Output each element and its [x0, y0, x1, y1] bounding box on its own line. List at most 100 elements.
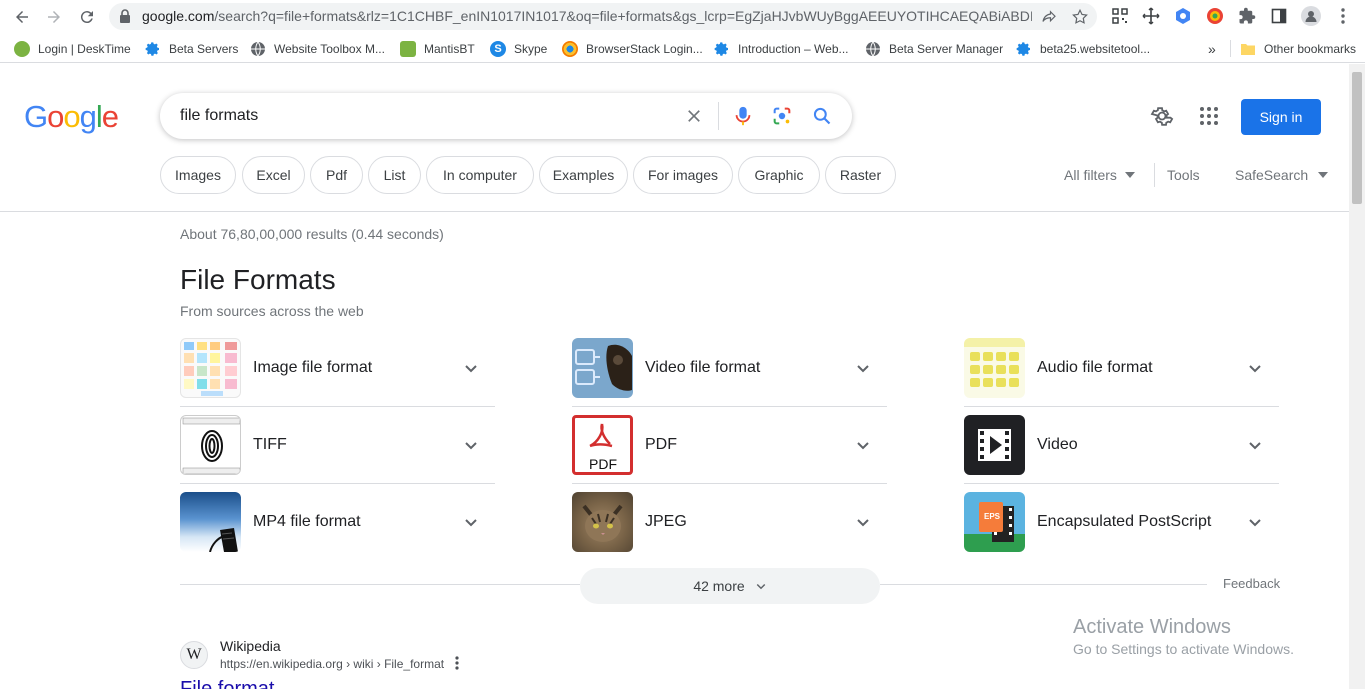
gear-icon [1016, 41, 1032, 57]
chevron-down-icon[interactable] [855, 437, 871, 453]
chevron-down-icon[interactable] [1247, 360, 1263, 376]
file-format-item[interactable]: Audio file format [964, 338, 1279, 407]
bookmarks-overflow-button[interactable]: » [1208, 40, 1216, 57]
color-extension-icon[interactable] [1205, 6, 1225, 26]
bookmark-beta-servers[interactable]: Beta Servers [145, 40, 238, 57]
file-format-label: JPEG [645, 513, 687, 530]
file-format-item[interactable]: PDF PDF [572, 415, 887, 484]
microphone-icon [735, 106, 751, 126]
bookmark-beta25[interactable]: beta25.websitetool... [1016, 40, 1150, 57]
browser-toolbar: google.com/search?q=file+formats&rlz=1C1… [0, 0, 1365, 33]
more-options-icon[interactable] [455, 656, 459, 670]
profile-avatar-icon[interactable] [1301, 6, 1321, 26]
file-format-label: TIFF [253, 436, 287, 453]
qr-extension-icon[interactable] [1110, 6, 1130, 26]
tools-button[interactable]: Tools [1167, 167, 1200, 183]
lens-search-button[interactable] [770, 104, 794, 128]
chevron-down-icon[interactable] [1247, 514, 1263, 530]
result-site-name[interactable]: Wikipedia [220, 638, 281, 654]
bookmark-introduction-web[interactable]: Introduction – Web... [714, 40, 849, 57]
reload-button[interactable] [74, 4, 100, 30]
share-icon[interactable] [1040, 8, 1058, 26]
browserstack-icon [562, 40, 578, 57]
wikipedia-icon[interactable]: W [180, 641, 208, 669]
file-format-label: Image file format [253, 359, 373, 376]
folder-icon [1240, 41, 1256, 57]
page-scrollbar[interactable] [1349, 64, 1365, 689]
chevron-down-icon[interactable] [1247, 437, 1263, 453]
bookmark-skype[interactable]: S Skype [490, 40, 547, 57]
result-url[interactable]: https://en.wikipedia.org › wiki › File_f… [220, 657, 444, 671]
bookmark-desktime[interactable]: Login | DeskTime [14, 40, 131, 57]
chevron-down-icon[interactable] [855, 360, 871, 376]
settings-gear-icon[interactable] [1150, 104, 1174, 128]
bookmarks-divider [1230, 40, 1231, 57]
section-title: File Formats [180, 264, 336, 295]
bookmark-other-bookmarks[interactable]: Other bookmarks [1240, 40, 1356, 57]
file-format-item[interactable]: Image file format [180, 338, 495, 407]
file-format-label: Video [1037, 436, 1078, 453]
chevron-down-icon[interactable] [463, 360, 479, 376]
file-format-item[interactable]: JPEG [572, 492, 887, 554]
star-icon[interactable] [1071, 8, 1089, 26]
search-submit-button[interactable] [810, 104, 834, 128]
shield-extension-icon[interactable] [1173, 6, 1193, 26]
scrollbar-thumb[interactable] [1352, 72, 1362, 204]
bookmarks-bar: Login | DeskTime Beta Servers Website To… [0, 33, 1365, 63]
chip-examples[interactable]: Examples [539, 156, 628, 194]
item-divider [180, 483, 495, 484]
back-button[interactable] [9, 4, 35, 30]
bookmark-mantisbt[interactable]: MantisBT [400, 40, 475, 57]
file-format-item[interactable]: Video [964, 415, 1279, 484]
caret-down-icon [1318, 172, 1329, 178]
bookmark-beta-server-manager[interactable]: Beta Server Manager [865, 40, 1003, 57]
address-bar[interactable]: google.com/search?q=file+formats&rlz=1C1… [109, 3, 1097, 30]
file-format-item[interactable]: MP4 file format [180, 492, 495, 554]
side-panel-icon[interactable] [1269, 6, 1289, 26]
bookmark-browserstack[interactable]: BrowserStack Login... [562, 40, 703, 57]
show-more-button[interactable]: 42 more [580, 568, 880, 604]
lock-icon [120, 9, 130, 23]
chip-graphic[interactable]: Graphic [738, 156, 820, 194]
chip-in-computer[interactable]: In computer [426, 156, 534, 194]
chip-list[interactable]: List [368, 156, 421, 194]
header-divider [0, 211, 1349, 212]
sign-in-button[interactable]: Sign in [1241, 99, 1321, 135]
activate-windows-watermark: Activate Windows Go to Settings to activ… [1073, 616, 1294, 657]
bookmark-website-toolbox[interactable]: Website Toolbox M... [250, 40, 385, 57]
search-input[interactable] [180, 104, 660, 128]
file-format-label: Video file format [645, 359, 761, 376]
item-divider [964, 483, 1279, 484]
chip-for-images[interactable]: For images [633, 156, 733, 194]
result-title-link[interactable]: File format [180, 678, 274, 689]
mantis-icon [400, 40, 416, 57]
chip-excel[interactable]: Excel [242, 156, 305, 194]
file-format-item[interactable]: EPS Encapsulated PostScript [964, 492, 1279, 554]
file-format-item[interactable]: Video file format [572, 338, 887, 407]
pdf-thumb: PDF [572, 415, 633, 475]
item-divider [572, 406, 887, 407]
eps-thumb: EPS [964, 492, 1025, 552]
file-format-item[interactable]: TIFF [180, 415, 495, 484]
feedback-link[interactable]: Feedback [1223, 576, 1280, 591]
puzzle-icon[interactable] [1237, 6, 1257, 26]
chrome-menu-icon[interactable] [1333, 6, 1353, 26]
voice-search-button[interactable] [731, 104, 755, 128]
all-filters-button[interactable]: All filters [1064, 167, 1135, 183]
chevron-down-icon[interactable] [855, 514, 871, 530]
item-divider [964, 406, 1279, 407]
google-apps-icon[interactable] [1197, 104, 1221, 128]
chevron-down-icon[interactable] [463, 514, 479, 530]
chip-pdf[interactable]: Pdf [310, 156, 363, 194]
safesearch-button[interactable]: SafeSearch [1235, 167, 1329, 183]
clear-search-button[interactable] [682, 104, 706, 128]
chip-images[interactable]: Images [160, 156, 236, 194]
section-subtitle: From sources across the web [180, 303, 364, 319]
chevron-down-icon[interactable] [463, 437, 479, 453]
skype-icon: S [490, 40, 506, 57]
forward-button[interactable] [41, 4, 67, 30]
move-extension-icon[interactable] [1141, 6, 1161, 26]
file-format-label: Audio file format [1037, 359, 1153, 376]
chip-raster[interactable]: Raster [825, 156, 896, 194]
google-logo[interactable]: Google [24, 99, 119, 135]
